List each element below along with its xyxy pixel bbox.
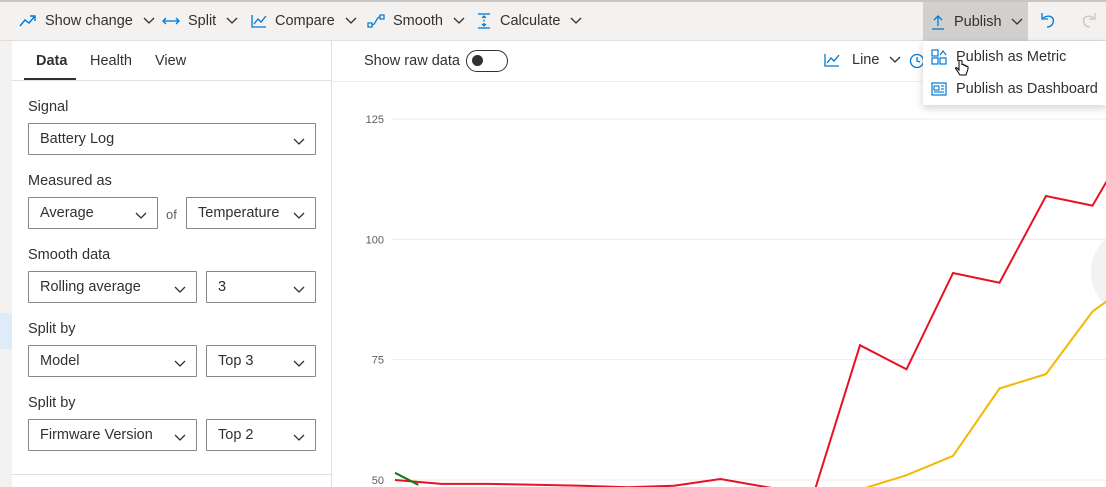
chevron-down-icon bbox=[226, 17, 238, 25]
left-nav-selected[interactable] bbox=[0, 313, 12, 349]
publish-as-metric-item[interactable]: Publish as Metric bbox=[923, 41, 1106, 73]
calculate-label: Calculate bbox=[500, 13, 561, 29]
split-button[interactable]: Split bbox=[162, 8, 238, 34]
split-by-label-2: Split by bbox=[28, 395, 76, 411]
metric-icon bbox=[931, 49, 947, 65]
publish-button[interactable]: Publish bbox=[923, 2, 1028, 41]
publish-as-dashboard-item[interactable]: Publish as Dashboard bbox=[923, 73, 1106, 105]
trend-arrow-icon bbox=[19, 14, 37, 28]
chevron-down-icon bbox=[143, 17, 155, 25]
of-label: of bbox=[166, 207, 177, 222]
signal-value: Battery Log bbox=[40, 131, 115, 147]
split-field-value: Model bbox=[40, 353, 80, 369]
chevron-down-icon bbox=[174, 282, 186, 298]
split-field-select[interactable]: Model bbox=[28, 345, 197, 377]
smooth-window-select[interactable]: 3 bbox=[206, 271, 316, 303]
split-top-value: Top 3 bbox=[218, 353, 254, 369]
chevron-down-icon bbox=[1011, 18, 1023, 26]
toggle-knob bbox=[472, 55, 483, 66]
chart-type-label: Line bbox=[852, 52, 880, 68]
panel-tabs: Data Health View bbox=[12, 41, 331, 81]
series-line-3[interactable] bbox=[394, 471, 419, 486]
line-chart: 50 75 100 125 bbox=[366, 114, 1106, 487]
aggregate-value: Average bbox=[40, 205, 94, 221]
publish-as-dashboard-label: Publish as Dashboard bbox=[956, 81, 1098, 97]
chevron-down-icon bbox=[293, 282, 305, 298]
split-label: Split bbox=[188, 13, 217, 29]
chevron-down-icon bbox=[889, 56, 901, 64]
smooth-button[interactable]: Smooth bbox=[367, 8, 465, 34]
chevron-down-icon bbox=[293, 430, 305, 446]
panel-divider bbox=[12, 474, 331, 475]
chevron-down-icon bbox=[453, 17, 465, 25]
calculate-button[interactable]: Calculate bbox=[476, 8, 582, 34]
split-by-label: Split by bbox=[28, 321, 76, 337]
compare-label: Compare bbox=[275, 13, 335, 29]
split-field-value-2: Firmware Version bbox=[40, 427, 153, 443]
dashboard-icon bbox=[931, 82, 947, 96]
series-line-1[interactable] bbox=[394, 126, 1106, 487]
series-line-2[interactable] bbox=[860, 191, 1106, 487]
publish-menu: Publish as Metric Publish as Dashboard bbox=[923, 41, 1106, 105]
aggregate-select[interactable]: Average bbox=[28, 197, 158, 229]
upload-icon bbox=[931, 14, 945, 30]
smooth-method-value: Rolling average bbox=[40, 279, 141, 295]
chevron-down-icon bbox=[570, 17, 582, 25]
compare-chart-icon bbox=[251, 14, 267, 28]
tab-health[interactable]: Health bbox=[90, 53, 132, 69]
compare-button[interactable]: Compare bbox=[251, 8, 357, 34]
publish-as-metric-label: Publish as Metric bbox=[956, 49, 1067, 65]
chevron-down-icon bbox=[135, 208, 147, 224]
split-top-select[interactable]: Top 3 bbox=[206, 345, 316, 377]
split-top-select-2[interactable]: Top 2 bbox=[206, 419, 316, 451]
redo-button[interactable] bbox=[1080, 11, 1098, 32]
property-select[interactable]: Temperature bbox=[186, 197, 316, 229]
show-raw-data-toggle[interactable] bbox=[466, 50, 508, 72]
smooth-method-select[interactable]: Rolling average bbox=[28, 271, 197, 303]
split-field-select-2[interactable]: Firmware Version bbox=[28, 419, 197, 451]
smooth-data-label: Smooth data bbox=[28, 247, 111, 263]
chevron-down-icon bbox=[293, 134, 305, 150]
query-panel: Data Health View Signal Battery Log Meas… bbox=[12, 41, 332, 487]
split-arrows-icon bbox=[162, 16, 180, 26]
tab-view[interactable]: View bbox=[155, 53, 186, 69]
left-nav-strip bbox=[0, 41, 12, 487]
undo-icon bbox=[1039, 13, 1057, 32]
measured-as-label: Measured as bbox=[28, 173, 112, 189]
publish-label: Publish bbox=[954, 13, 1002, 30]
calculate-icon bbox=[476, 13, 492, 29]
y-tick-label: 75 bbox=[372, 355, 384, 367]
chevron-down-icon bbox=[293, 208, 305, 224]
y-tick-label: 100 bbox=[366, 234, 384, 246]
hand-cursor-icon bbox=[955, 59, 969, 81]
chevron-down-icon bbox=[174, 430, 186, 446]
show-change-button[interactable]: Show change bbox=[19, 8, 155, 34]
undo-button[interactable] bbox=[1039, 11, 1057, 32]
smooth-curve-icon bbox=[367, 14, 385, 28]
redo-icon bbox=[1080, 13, 1098, 32]
show-raw-data-label: Show raw data bbox=[364, 53, 460, 69]
y-tick-label: 125 bbox=[366, 114, 384, 126]
chevron-down-icon bbox=[174, 356, 186, 372]
smooth-label: Smooth bbox=[393, 13, 443, 29]
chart-type-select[interactable]: Line bbox=[824, 52, 901, 68]
signal-label: Signal bbox=[28, 99, 69, 115]
tab-data[interactable]: Data bbox=[36, 53, 67, 69]
y-tick-label: 50 bbox=[372, 475, 384, 487]
chevron-down-icon bbox=[345, 17, 357, 25]
signal-select[interactable]: Battery Log bbox=[28, 123, 316, 155]
active-tab-indicator bbox=[24, 78, 76, 80]
split-top-value-2: Top 2 bbox=[218, 427, 254, 443]
smooth-window-value: 3 bbox=[218, 279, 227, 295]
property-value: Temperature bbox=[198, 205, 280, 221]
chevron-down-icon bbox=[293, 356, 305, 372]
show-change-label: Show change bbox=[45, 13, 133, 29]
line-chart-icon bbox=[824, 53, 840, 67]
